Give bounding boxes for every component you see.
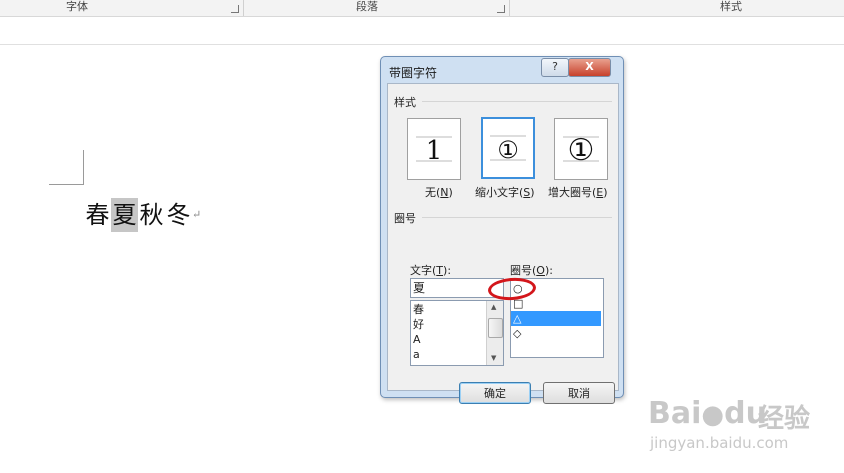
scroll-down-icon[interactable]: ▼ <box>491 354 496 362</box>
help-button[interactable]: ? <box>541 58 569 77</box>
style-enlarge-preview-icon: ① <box>563 133 599 168</box>
svg-text:①: ① <box>497 136 519 164</box>
section-divider <box>422 101 612 102</box>
page-margin-corner-vertical <box>83 150 84 184</box>
paragraph-dialog-launcher-icon[interactable] <box>497 5 505 13</box>
style-shrink-label: 缩小文字(S) <box>475 186 535 199</box>
cancel-button[interactable]: 取消 <box>543 382 615 404</box>
ruler-divider <box>0 44 844 45</box>
list-item-selected[interactable]: △ <box>511 311 601 326</box>
style-option-none[interactable]: 1 <box>407 118 461 180</box>
scroll-up-icon[interactable]: ▲ <box>491 303 496 311</box>
style-section-label: 样式 <box>394 96 416 109</box>
circle-section-label: 圈号 <box>394 212 416 225</box>
style-option-enlarge-circle[interactable]: ① <box>554 118 608 180</box>
close-button[interactable]: X <box>568 58 611 77</box>
list-item[interactable]: ◇ <box>513 326 521 341</box>
text-list-scrollbar[interactable]: ▲ ▼ <box>486 301 503 365</box>
circle-field-label: 圈号(O): <box>510 264 553 277</box>
text-listbox[interactable]: 春 好 A a ▲ ▼ <box>410 300 504 366</box>
list-item[interactable]: A <box>413 332 421 347</box>
list-item[interactable]: a <box>413 347 420 362</box>
ok-button[interactable]: 确定 <box>459 382 531 404</box>
svg-text:1: 1 <box>426 136 443 166</box>
style-option-shrink-text[interactable]: ① <box>481 117 535 179</box>
document-char[interactable]: 春 <box>84 198 111 232</box>
dialog-client-area: 样式 1 ① ① 无(N) 缩小文字(S) 增大圈号(E) 圈号 文字(T): … <box>387 83 619 404</box>
paragraph-mark-icon: ↵ <box>192 208 202 221</box>
document-char[interactable]: 秋 <box>138 198 165 232</box>
font-dialog-launcher-icon[interactable] <box>231 5 239 13</box>
ribbon-group-styles-label: 样式 <box>720 0 742 13</box>
scroll-thumb[interactable] <box>488 318 503 338</box>
style-none-preview-icon: 1 <box>416 136 452 166</box>
ribbon-separator <box>243 0 244 16</box>
style-none-label: 无(N) <box>425 186 453 199</box>
ribbon-group-font-label: 字体 <box>66 0 88 13</box>
watermark-cn: 经验 <box>758 404 811 434</box>
watermark-url: jingyan.baidu.com <box>650 434 789 452</box>
document-char-selected[interactable]: 夏 <box>111 198 138 232</box>
dialog-title: 带圈字符 <box>389 66 438 80</box>
section-divider <box>422 217 612 218</box>
list-item[interactable]: 春 <box>413 302 424 317</box>
svg-text:①: ① <box>568 133 595 168</box>
ribbon-group-bar: 字体 段落 样式 <box>0 0 844 17</box>
baidu-jingyan-watermark: Bai●du 经验 jingyan.baidu.com <box>648 396 838 456</box>
document-char[interactable]: 冬 <box>165 198 192 232</box>
ribbon-separator <box>509 0 510 16</box>
watermark-logo: Bai●du <box>648 396 767 431</box>
style-shrink-preview-icon: ① <box>490 135 526 164</box>
enclose-characters-dialog: 带圈字符 ? X 样式 1 ① ① 无(N) 缩小文字(S) 增大圈号(E) 圈… <box>380 56 624 404</box>
style-enlarge-label: 增大圈号(E) <box>548 186 608 199</box>
document-paragraph[interactable]: 春夏秋冬 ↵ <box>84 198 201 232</box>
ribbon-group-paragraph-label: 段落 <box>356 0 378 13</box>
page-margin-corner-horizontal <box>49 184 84 185</box>
text-field-label: 文字(T): <box>410 264 452 277</box>
list-item[interactable]: 好 <box>413 317 424 332</box>
